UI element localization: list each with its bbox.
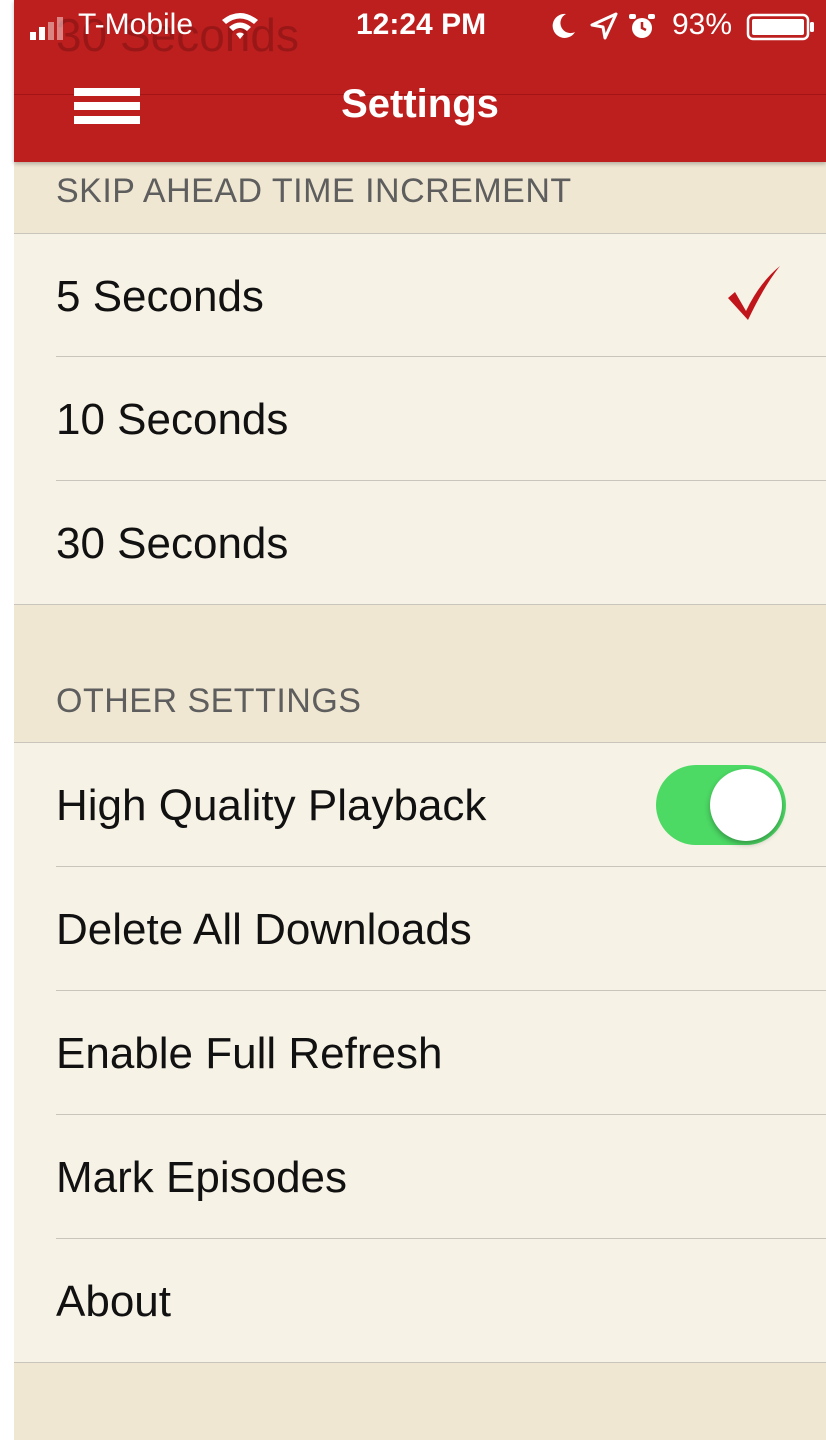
section-header-other-settings: OTHER SETTINGS — [56, 682, 362, 720]
about-button[interactable]: About — [14, 1239, 826, 1363]
delete-all-downloads-button[interactable]: Delete All Downloads — [14, 867, 826, 991]
option-30-seconds[interactable]: 30 Seconds — [14, 481, 826, 605]
section-header-skip-ahead: SKIP AHEAD TIME INCREMENT — [56, 172, 572, 210]
carrier-name: T-Mobile — [78, 8, 194, 41]
enable-full-refresh-label: Enable Full Refresh — [56, 1029, 443, 1078]
high-quality-playback-label: High Quality Playback — [56, 781, 487, 830]
option-5-seconds[interactable]: 5 Seconds — [14, 234, 826, 358]
separator — [14, 1362, 826, 1363]
battery-icon — [746, 13, 814, 41]
alarm-icon — [629, 14, 655, 38]
about-label: About — [56, 1277, 171, 1326]
location-icon — [590, 12, 618, 40]
delete-all-downloads-label: Delete All Downloads — [56, 905, 472, 954]
high-quality-playback-toggle[interactable] — [656, 765, 786, 845]
toggle-knob — [710, 769, 782, 841]
mark-episodes-label: Mark Episodes — [56, 1153, 348, 1202]
option-10-seconds[interactable]: 10 Seconds — [14, 357, 826, 481]
wifi-icon — [222, 13, 258, 39]
option-label: 10 Seconds — [56, 395, 289, 444]
checkmark-icon — [728, 266, 780, 320]
moon-icon — [552, 13, 575, 38]
navigation-bar: 30 Seconds T-Mobile 12:24 PM 93% Setting… — [14, 0, 826, 162]
option-label: 5 Seconds — [56, 272, 264, 321]
separator — [14, 604, 826, 605]
battery-percentage: 93% — [672, 8, 733, 41]
enable-full-refresh-button[interactable]: Enable Full Refresh — [14, 991, 826, 1115]
option-label: 30 Seconds — [56, 519, 289, 568]
left-gutter — [0, 0, 14, 1440]
page-title: Settings — [341, 82, 499, 126]
status-time: 12:24 PM — [356, 8, 487, 41]
signal-icon — [30, 17, 63, 40]
status-bar: T-Mobile 12:24 PM 93% — [14, 0, 826, 52]
high-quality-playback-row: High Quality Playback — [14, 743, 826, 867]
settings-screen: SKIP AHEAD TIME INCREMENT 5 Seconds 10 S… — [0, 0, 826, 1440]
mark-episodes-button[interactable]: Mark Episodes — [14, 1115, 826, 1239]
